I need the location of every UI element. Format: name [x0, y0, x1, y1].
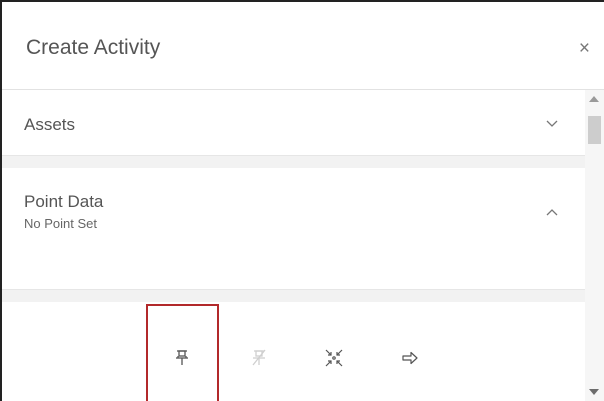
chevron-down-icon[interactable] [543, 114, 561, 132]
close-icon[interactable]: × [579, 39, 590, 59]
point-tools-toolbar [2, 302, 585, 401]
pin-icon [176, 350, 188, 365]
pin-button[interactable] [168, 344, 196, 372]
scrollbar-thumb[interactable] [588, 116, 601, 144]
point-data-label: Point Data [24, 192, 104, 211]
unpin-button[interactable] [245, 344, 273, 372]
point-data-section[interactable]: Point Data No Point Set [2, 168, 585, 290]
dialog-content: Assets Point Data No Point Set [2, 90, 585, 401]
center-button[interactable] [320, 344, 348, 372]
dialog-title: Create Activity [26, 36, 161, 59]
scroll-up-arrow-icon[interactable] [589, 96, 599, 102]
vertical-scrollbar[interactable] [585, 90, 604, 401]
navigate-arrow-icon [402, 351, 418, 365]
point-data-status: No Point Set [24, 216, 97, 231]
navigate-button[interactable] [396, 344, 424, 372]
scroll-down-arrow-icon[interactable] [589, 389, 599, 395]
unpin-icon [252, 349, 266, 366]
assets-section[interactable]: Assets [2, 90, 585, 156]
center-icon [325, 349, 343, 367]
assets-section-label: Assets [24, 115, 76, 134]
chevron-up-icon[interactable] [543, 204, 561, 222]
dialog-header: Create Activity × [2, 2, 604, 90]
